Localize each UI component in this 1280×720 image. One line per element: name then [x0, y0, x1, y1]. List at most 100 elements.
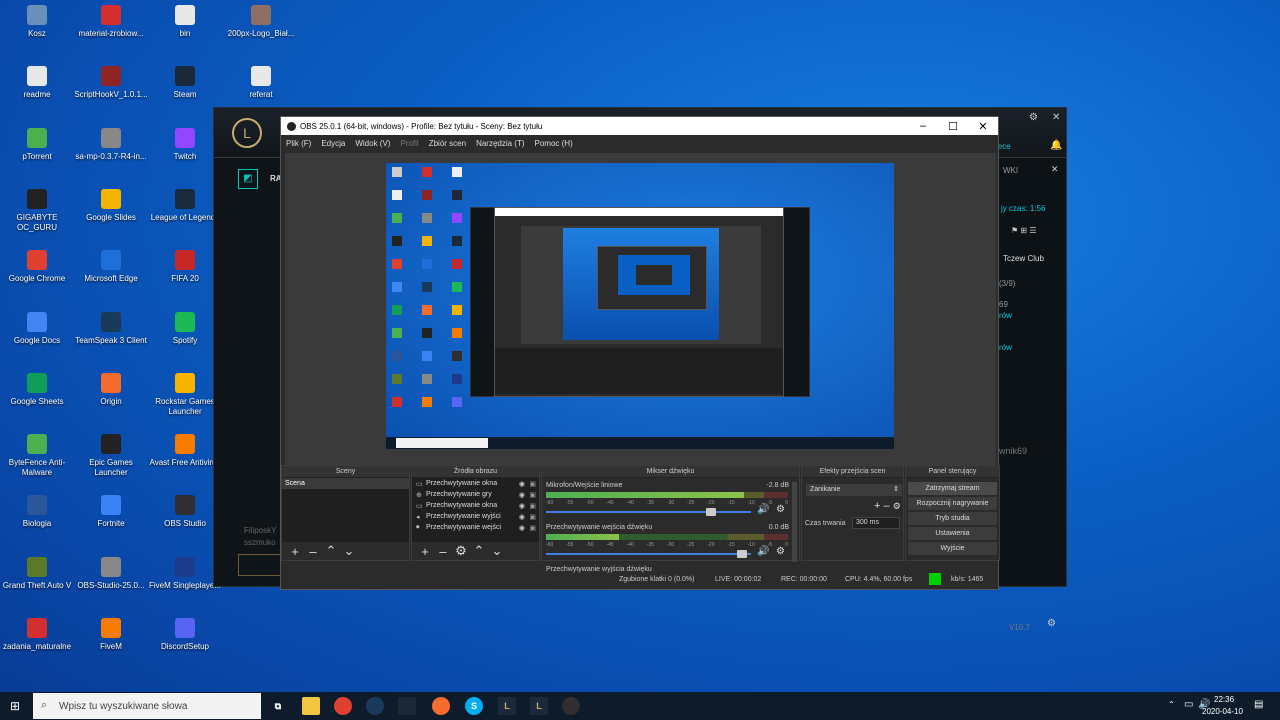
eye-icon[interactable]: ◉ [519, 480, 525, 488]
network-icon[interactable]: ▭ [1184, 699, 1193, 710]
source-up-icon[interactable]: ⌃ [470, 543, 488, 559]
desktop-icon[interactable]: Twitch [148, 127, 222, 162]
desktop-icon[interactable]: ByteFence Anti-Malware [0, 434, 74, 478]
desktop-icon[interactable]: Origin [74, 372, 148, 407]
desktop-icon[interactable]: Steam [148, 66, 222, 100]
volume-slider-knob[interactable] [705, 508, 716, 516]
menu-item[interactable]: Narzędzia (T) [476, 139, 524, 148]
desktop-icon[interactable]: readme [0, 66, 74, 100]
desktop-icon[interactable]: referat [224, 66, 298, 100]
desktop-icon[interactable]: TeamSpeak 3 Client [74, 311, 148, 346]
tray-chevron-icon[interactable]: ⌃ [1168, 700, 1175, 709]
desktop-icon[interactable]: Google Docs [0, 311, 74, 346]
source-item[interactable]: ◂ Przechwytywanie wyjści ◉ ▣ [412, 511, 539, 522]
league-bell-icon[interactable]: 🔔 [1050, 140, 1062, 151]
league-close-icon[interactable]: ✕ [1052, 112, 1060, 123]
task-view-icon[interactable]: ⧉ [269, 697, 287, 715]
desktop-icon[interactable]: FiveM [74, 618, 148, 652]
league-logo-icon[interactable]: L [232, 118, 262, 148]
menu-item[interactable]: Zbiór scen [429, 139, 466, 148]
add-source-icon[interactable]: + [416, 544, 434, 559]
desktop-icon[interactable]: Rockstar Games Launcher [148, 372, 222, 417]
league-add-friend-icon[interactable]: ⚑ ⊞ ☰ [1011, 226, 1037, 235]
speaker-icon[interactable]: 🔊 [757, 546, 769, 557]
lock-icon[interactable]: ▣ [529, 480, 536, 488]
move-down-icon[interactable]: ⌄ [340, 543, 358, 559]
control-button[interactable]: Wyjście [908, 542, 997, 555]
taskbar-time[interactable]: 22:36 [1214, 695, 1234, 704]
speaker-icon[interactable]: 🔊 [757, 504, 769, 515]
mixer-scrollbar[interactable] [792, 482, 797, 562]
maximize-icon[interactable]: ☐ [938, 120, 968, 133]
desktop-icon[interactable]: Fortnite [74, 495, 148, 529]
source-settings-icon[interactable]: ⚙ [452, 543, 470, 559]
desktop-icon[interactable]: material-zrobiow... [74, 5, 148, 39]
desktop-icon[interactable]: FiveM Singleplaye... [148, 556, 222, 591]
control-button[interactable]: Zatrzymaj stream [908, 482, 997, 495]
source-item[interactable]: ▭ Przechwytywanie okna ◉ ▣ [412, 500, 539, 511]
eye-icon[interactable]: ◉ [519, 491, 525, 499]
steam-icon[interactable] [398, 697, 416, 715]
desktop-icon[interactable]: sa-mp-0.3.7-R4-in... [74, 127, 148, 162]
taskbar-search[interactable]: ⌕ Wpisz tu wyszukiwane słowa [33, 693, 261, 719]
lock-icon[interactable]: ▣ [529, 491, 536, 499]
minimize-icon[interactable]: – [908, 120, 938, 132]
desktop-icon[interactable]: League of Legends [148, 188, 222, 223]
menu-item[interactable]: Plik (F) [286, 139, 311, 148]
desktop-icon[interactable]: Microsoft Edge [74, 250, 148, 284]
desktop-icon[interactable]: Epic Games Launcher [74, 434, 148, 478]
control-button[interactable]: Tryb studia [908, 512, 997, 525]
league-taskbar-icon[interactable]: L [498, 697, 516, 715]
desktop-icon[interactable]: FIFA 20 [148, 250, 222, 284]
desktop-icon[interactable]: GIGABYTE OC_GURU [0, 188, 74, 233]
desktop-icon[interactable]: pTorrent [0, 127, 74, 162]
league-chat-input[interactable] [238, 554, 282, 576]
volume-slider[interactable] [546, 508, 751, 516]
desktop-icon[interactable]: Avast Free Antivirus [148, 434, 222, 468]
desktop-icon[interactable]: DiscordSetup [148, 618, 222, 652]
remove-source-icon[interactable]: – [434, 544, 452, 559]
menu-item[interactable]: Edycja [321, 139, 345, 148]
league-play-icon[interactable]: ◩ [238, 169, 258, 189]
file-explorer-icon[interactable] [302, 697, 320, 715]
league-settings-icon[interactable]: ⚙ [1029, 112, 1038, 123]
desktop-icon[interactable]: Spotify [148, 311, 222, 346]
desktop-icon[interactable]: Grand Theft Auto V [0, 556, 74, 591]
windows-start-icon[interactable]: ⊞ [10, 699, 20, 713]
desktop-icon[interactable]: zadania_maturalne [0, 618, 74, 652]
league-gear-icon[interactable]: ⚙ [1047, 618, 1056, 629]
control-button[interactable]: Rozpocznij nagrywanie [908, 497, 997, 510]
transition-select[interactable]: Zanikanie ⇕ [806, 484, 902, 496]
obs-taskbar-icon[interactable] [562, 697, 580, 715]
desktop-icon[interactable]: OBS-Studio-25.0... [74, 556, 148, 591]
source-down-icon[interactable]: ⌄ [488, 543, 506, 559]
desktop-icon[interactable]: OBS Studio [148, 495, 222, 529]
eye-icon[interactable]: ◉ [519, 524, 525, 532]
desktop-icon[interactable]: Biologia [0, 495, 74, 529]
obs-preview[interactable] [386, 163, 894, 449]
lock-icon[interactable]: ▣ [529, 502, 536, 510]
league-client-taskbar-icon[interactable]: L [530, 697, 548, 715]
control-button[interactable]: Ustawienia [908, 527, 997, 540]
desktop-icon[interactable]: bin [148, 5, 222, 39]
duration-input[interactable]: 300 ms [852, 517, 900, 529]
desktop-icon[interactable]: Google Slides [74, 188, 148, 223]
menu-item[interactable]: Widok (V) [355, 139, 390, 148]
source-item[interactable]: ⏺ Przechwytywanie wejści ◉ ▣ [412, 522, 539, 533]
desktop-icon[interactable]: Kosz [0, 5, 74, 39]
skype-icon[interactable]: S [465, 697, 483, 715]
lock-icon[interactable]: ▣ [529, 524, 536, 532]
volume-slider[interactable] [546, 550, 751, 558]
league-panel-close-icon[interactable]: ✕ [1051, 164, 1059, 175]
move-up-icon[interactable]: ⌃ [322, 543, 340, 559]
source-item[interactable]: ⊕ Przechwytywanie gry ◉ ▣ [412, 489, 539, 500]
notifications-icon[interactable]: ▤ [1254, 699, 1263, 710]
obs-titlebar[interactable]: OBS 25.0.1 (64-bit, windows) - Profile: … [281, 117, 998, 135]
menu-item[interactable]: Pomoc (H) [535, 139, 573, 148]
add-scene-icon[interactable]: + [286, 544, 304, 559]
source-item[interactable]: ▭ Przechwytywanie okna ◉ ▣ [412, 478, 539, 489]
desktop-icon[interactable]: Google Sheets [0, 372, 74, 407]
taskbar-date[interactable]: 2020-04-10 [1202, 707, 1243, 716]
transition-settings-icon[interactable]: ⚙ [893, 501, 901, 511]
scene-item[interactable]: Scena [282, 478, 409, 489]
